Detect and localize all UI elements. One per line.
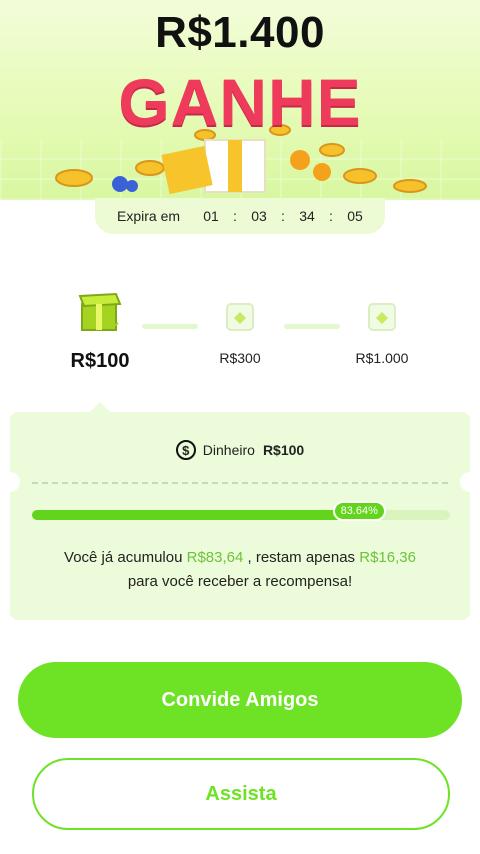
message-text: Você já acumulou [64, 549, 187, 566]
locked-gift-icon [368, 303, 396, 331]
expiry-countdown: Expira em 01 : 03 : 34 : 05 [95, 198, 385, 234]
ticket-divider [32, 482, 448, 484]
countdown-minutes: 03 [251, 208, 267, 224]
countdown-separator: : [233, 208, 237, 224]
countdown-hours: 01 [203, 208, 219, 224]
progress-fill [32, 510, 382, 520]
reward-tiers: R$100 R$300 R$1.000 [0, 280, 480, 380]
message-text: , restam apenas [243, 549, 360, 566]
countdown-separator: : [329, 208, 333, 224]
remaining-amount: R$16,36 [359, 549, 416, 566]
gift-box-icon [78, 292, 122, 331]
gift-box-icon [161, 139, 266, 195]
countdown-frames: 05 [347, 208, 363, 224]
tier-1000[interactable]: R$1.000 [342, 300, 422, 366]
ganhe-headline: GANHE [118, 65, 362, 139]
watch-button[interactable]: Assista [32, 758, 450, 830]
tier-amount-label: R$300 [219, 350, 261, 366]
dollar-coin-icon: $ [175, 440, 196, 460]
card-notch [0, 472, 20, 492]
tier-connector [284, 324, 340, 329]
tier-amount-label: R$100 [70, 350, 130, 372]
message-text: para você receber a recompensa! [127, 573, 353, 590]
tier-300[interactable]: R$300 [205, 300, 275, 366]
reward-progress-card: $ Dinheiro R$100 83.64% Você já acumulou… [0, 402, 480, 620]
countdown-label: Expira em [117, 208, 181, 224]
progress-percent-badge: 83.64% [332, 501, 386, 521]
progress-track: 83.64% [32, 501, 450, 521]
hero-banner: R$1.400 GANHE [0, 0, 480, 200]
locked-gift-icon [226, 303, 254, 331]
card-pointer [90, 402, 110, 412]
tier-100[interactable]: R$100 [40, 286, 160, 373]
progress-message: Você já acumulou R$83,64 , restam apenas… [30, 546, 450, 594]
reward-type-label: Dinheiro [202, 442, 255, 458]
reward-type-row: $ Dinheiro R$100 [10, 440, 470, 460]
card-notch [460, 472, 480, 492]
accumulated-amount: R$83,64 [186, 549, 244, 566]
invite-friends-button[interactable]: Convide Amigos [18, 662, 462, 738]
countdown-seconds: 34 [299, 208, 315, 224]
reward-amount-title: R$1.400 [155, 8, 325, 57]
reward-value-label: R$100 [262, 442, 305, 458]
countdown-separator: : [281, 208, 285, 224]
tier-amount-label: R$1.000 [355, 350, 409, 366]
